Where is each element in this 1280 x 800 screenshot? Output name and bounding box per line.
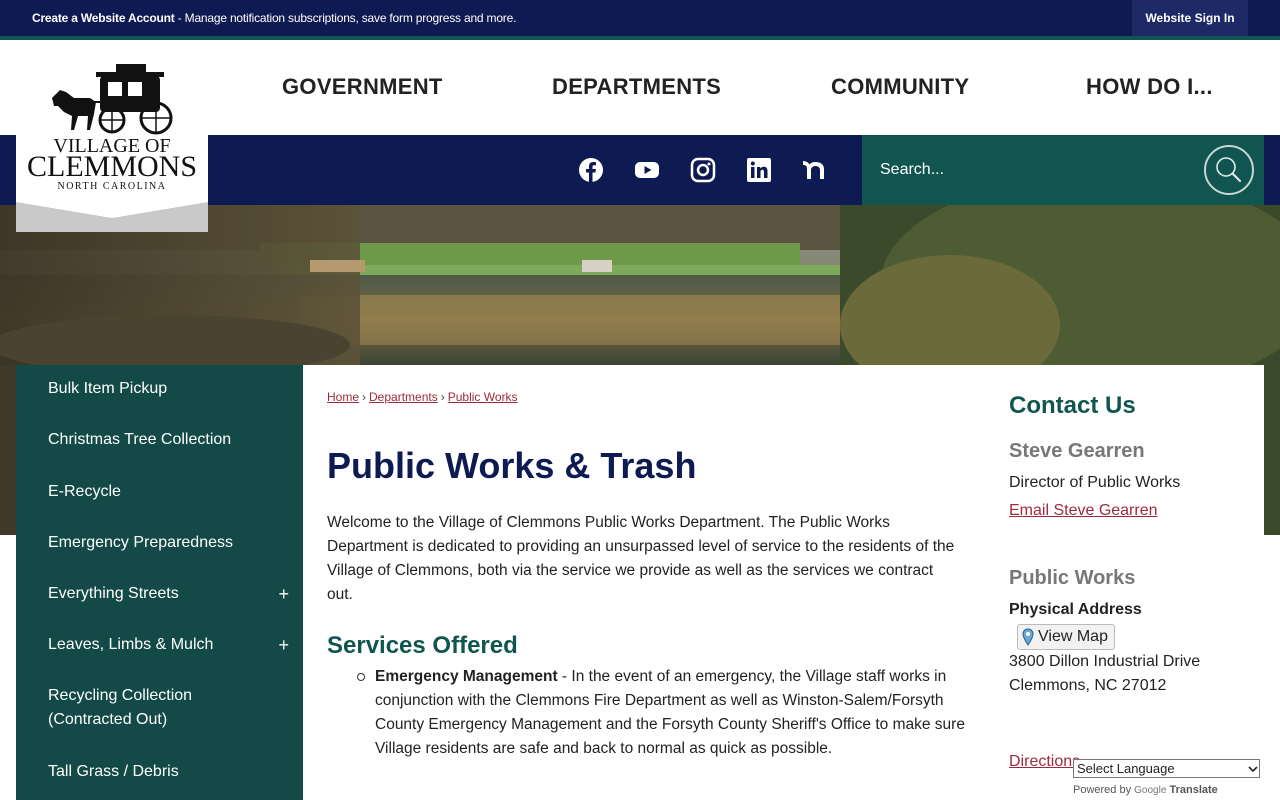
sidebar-nav: Bulk Item Pickup Christmas Tree Collecti…	[16, 365, 303, 800]
language-select[interactable]: Select Language	[1073, 759, 1260, 778]
breadcrumb-departments[interactable]: Departments	[369, 390, 438, 404]
view-map-button[interactable]: View Map	[1017, 624, 1115, 650]
contact-name: Steve Gearren	[1009, 440, 1145, 462]
nextdoor-icon[interactable]	[800, 155, 830, 185]
bullet-icon	[357, 673, 365, 681]
service-name: Emergency Management	[375, 668, 558, 685]
contact-heading: Contact Us	[1009, 392, 1136, 419]
sidebar-item-bulk-item-pickup[interactable]: Bulk Item Pickup	[48, 377, 278, 401]
sidebar-item-everything-streets[interactable]: Everything Streets	[48, 582, 278, 606]
search-button[interactable]	[1204, 145, 1254, 195]
address-line-1: 3800 Dillon Industrial Drive	[1009, 653, 1201, 670]
sidebar-item-tall-grass-debris[interactable]: Tall Grass / Debris	[48, 760, 278, 784]
directions-link[interactable]: Directions	[1009, 753, 1080, 771]
map-pin-icon	[1022, 628, 1034, 646]
chevron-down-icon	[1248, 765, 1258, 772]
account-message-text: - Manage notification subscriptions, sav…	[174, 11, 517, 25]
view-map-label: View Map	[1038, 628, 1108, 645]
search-icon	[1216, 157, 1242, 183]
search-box	[862, 135, 1264, 205]
search-input[interactable]	[880, 157, 1180, 183]
breadcrumb-public-works[interactable]: Public Works	[448, 390, 518, 404]
breadcrumb-separator: ›	[362, 390, 367, 404]
breadcrumb: Home › Departments › Public Works	[327, 390, 518, 404]
intro-paragraph: Welcome to the Village of Clemmons Publi…	[327, 514, 955, 603]
nav-government[interactable]: GOVERNMENT	[282, 74, 443, 100]
sidebar-item-emergency-preparedness[interactable]: Emergency Preparedness	[48, 531, 278, 555]
facebook-icon[interactable]	[576, 155, 606, 185]
sidebar-item-leaves-limbs-mulch[interactable]: Leaves, Limbs & Mulch	[48, 633, 278, 657]
page-title: Public Works & Trash	[327, 445, 697, 486]
address-label: Physical Address	[1009, 601, 1142, 618]
create-account-link[interactable]: Create a Website Account	[32, 11, 175, 25]
website-sign-in-button[interactable]: Website Sign In	[1132, 0, 1248, 36]
expand-everything-streets-button[interactable]: +	[278, 582, 289, 606]
translate-link[interactable]: Translate	[1169, 784, 1217, 796]
youtube-icon[interactable]	[632, 155, 662, 185]
powered-by-label: Powered by	[1073, 784, 1132, 796]
instagram-icon[interactable]	[688, 155, 718, 185]
contact-email-link[interactable]: Email Steve Gearren	[1009, 502, 1158, 520]
breadcrumb-separator: ›	[440, 390, 445, 404]
services-list: Emergency Management - In the event of a…	[357, 665, 965, 773]
contact-role: Director of Public Works	[1009, 474, 1181, 491]
sidebar-item-e-recycle[interactable]: E-Recycle	[48, 480, 278, 504]
linkedin-icon[interactable]	[744, 155, 774, 185]
top-utility-bar: Create a Website Account - Manage notifi…	[0, 0, 1280, 36]
language-select-value: Select Language	[1077, 761, 1175, 776]
account-message: Create a Website Account - Manage notifi…	[32, 11, 516, 25]
svg-text:CLEMMONS: CLEMMONS	[27, 150, 197, 183]
list-item: Emergency Management - In the event of a…	[357, 665, 965, 761]
breadcrumb-home[interactable]: Home	[327, 390, 359, 404]
powered-by-google-translate: Powered by Google Translate	[1073, 784, 1218, 796]
village-logo[interactable]: VILLAGE OF CLEMMONS NORTH CAROLINA	[16, 40, 208, 232]
sidebar-item-recycling-collection[interactable]: Recycling Collection (Contracted Out)	[48, 684, 278, 732]
expand-leaves-limbs-mulch-button[interactable]: +	[278, 633, 289, 657]
contact-department: Public Works	[1009, 567, 1136, 589]
nav-how-do-i[interactable]: HOW DO I...	[1086, 74, 1213, 100]
svg-text:NORTH CAROLINA: NORTH CAROLINA	[57, 181, 166, 192]
nav-departments[interactable]: DEPARTMENTS	[552, 74, 721, 100]
address-line-2: Clemmons, NC 27012	[1009, 677, 1167, 694]
sidebar-item-christmas-tree-collection[interactable]: Christmas Tree Collection	[48, 428, 278, 452]
stagecoach-icon: VILLAGE OF CLEMMONS NORTH CAROLINA	[16, 64, 208, 232]
google-logo: Google	[1134, 785, 1167, 796]
services-heading: Services Offered	[327, 632, 518, 659]
nav-community[interactable]: COMMUNITY	[831, 74, 969, 100]
